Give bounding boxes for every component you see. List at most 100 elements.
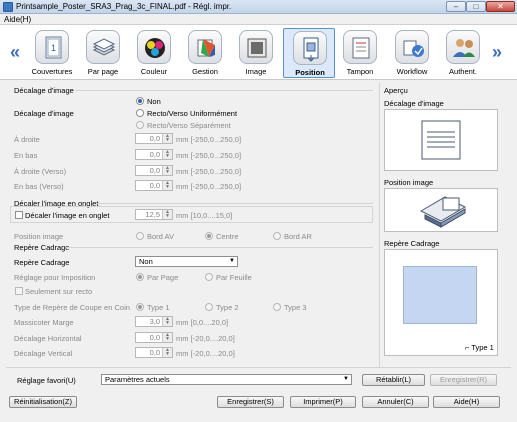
recto-only-checkbox[interactable] bbox=[15, 287, 23, 295]
tab-shift-stepper[interactable]: 12,5 ▲ ▼ bbox=[135, 209, 173, 220]
crop-marks-label: Repère Cadrage bbox=[14, 258, 70, 267]
radio-label: Bord AR bbox=[284, 232, 312, 241]
stepper-value: 3,0 bbox=[149, 317, 160, 326]
spin-arrows-icon[interactable]: ▲ ▼ bbox=[162, 317, 172, 326]
tab-gestion[interactable]: Gestion bbox=[179, 28, 231, 78]
preview-crop-label: Repère Cadrage bbox=[384, 239, 440, 248]
position-icon bbox=[293, 31, 327, 65]
checkbox-label: Seulement sur recto bbox=[25, 287, 93, 296]
field-unit: mm [-250,0...250,0] bbox=[176, 167, 242, 176]
radio-corner-type-3[interactable] bbox=[273, 303, 281, 311]
spin-arrows-icon[interactable]: ▲ ▼ bbox=[162, 150, 172, 159]
field-unit: mm [0,0....20,0] bbox=[176, 318, 229, 327]
spin-arrows-icon[interactable]: ▲ ▼ bbox=[162, 348, 172, 357]
radio-image-shift-separate[interactable] bbox=[136, 121, 144, 129]
select-value: Paramètres actuels bbox=[105, 375, 170, 384]
divider bbox=[75, 90, 373, 91]
radio-label: Type 3 bbox=[284, 303, 307, 312]
color-icon bbox=[137, 30, 171, 64]
favorite-setting-label: Réglage favori(U) bbox=[17, 376, 76, 385]
chevron-down-icon: ▼ bbox=[343, 376, 349, 382]
trim-margin-stepper[interactable]: 3,0 ▲ ▼ bbox=[135, 316, 173, 327]
checkbox-label: Décaler l'image en onglet bbox=[25, 211, 110, 220]
radio-image-shift-none[interactable] bbox=[136, 97, 144, 105]
spin-arrows-icon[interactable]: ▲ ▼ bbox=[162, 134, 172, 143]
corner-type-label: Type de Repère de Coupe en Coin bbox=[14, 303, 130, 312]
stepper-value: 0,0 bbox=[149, 181, 160, 190]
crop-type-label: ⌐ Type 1 bbox=[465, 343, 494, 352]
radio-label: Non bbox=[147, 97, 161, 106]
close-button[interactable]: ✕ bbox=[486, 1, 515, 12]
radio-label: Type 2 bbox=[216, 303, 239, 312]
help-button[interactable]: Aide(H) bbox=[433, 396, 500, 408]
tab-position[interactable]: Position bbox=[283, 28, 335, 78]
save-button[interactable]: Enregistrer(S) bbox=[217, 396, 284, 408]
spin-arrows-icon[interactable]: ▲ ▼ bbox=[162, 210, 172, 219]
radio-label: Recto/Verso Uniformément bbox=[147, 109, 238, 118]
radio-per-sheet[interactable] bbox=[205, 273, 213, 281]
tab-tampon[interactable]: Tampon bbox=[334, 28, 386, 78]
radio-position-center[interactable] bbox=[205, 232, 213, 240]
position-image-label: Position image bbox=[14, 232, 64, 241]
field-label-vertical-offset: Décalage Vertical bbox=[14, 349, 73, 358]
right-shift-stepper[interactable]: 0,0 ▲ ▼ bbox=[135, 133, 173, 144]
divider bbox=[97, 203, 373, 204]
spin-arrows-icon[interactable]: ▲ ▼ bbox=[162, 166, 172, 175]
image-icon bbox=[239, 30, 273, 64]
stepper-value: 12,5 bbox=[145, 210, 160, 219]
radio-corner-type-1[interactable] bbox=[136, 303, 144, 311]
field-label-down-verso: En bas (Verso) bbox=[14, 182, 64, 191]
spin-arrows-icon[interactable]: ▲ ▼ bbox=[162, 181, 172, 190]
crop-marks-select[interactable]: Non ▼ bbox=[135, 256, 238, 267]
tab-shift-checkbox[interactable] bbox=[15, 211, 23, 219]
chevron-down-icon: ▼ bbox=[229, 258, 235, 264]
down-shift-stepper[interactable]: 0,0 ▲ ▼ bbox=[135, 149, 173, 160]
tab-authent[interactable]: Authent. bbox=[437, 28, 489, 78]
radio-position-back-edge[interactable] bbox=[273, 232, 281, 240]
tab-par-page[interactable]: Par page bbox=[77, 28, 129, 78]
spin-arrows-icon[interactable]: ▲ ▼ bbox=[162, 333, 172, 342]
scroll-left-icon[interactable]: « bbox=[10, 43, 20, 61]
printer-tray-icon bbox=[419, 196, 467, 228]
restore-button[interactable]: Rétablir(L) bbox=[362, 374, 425, 386]
section-title-image-shift: Décalage d'image bbox=[14, 86, 74, 95]
minimize-button[interactable]: – bbox=[446, 1, 466, 12]
right-verso-shift-stepper[interactable]: 0,0 ▲ ▼ bbox=[135, 165, 173, 176]
stepper-value: 0,0 bbox=[149, 150, 160, 159]
radio-corner-type-2[interactable] bbox=[205, 303, 213, 311]
radio-label: Centre bbox=[216, 232, 239, 241]
favorite-setting-select[interactable]: Paramètres actuels ▼ bbox=[101, 374, 352, 385]
field-unit: mm [-20,0....20,0] bbox=[176, 349, 235, 358]
scroll-right-icon[interactable]: » bbox=[492, 43, 502, 61]
down-verso-shift-stepper[interactable]: 0,0 ▲ ▼ bbox=[135, 180, 173, 191]
field-unit: mm [-20,0....20,0] bbox=[176, 334, 235, 343]
field-unit: mm [-250,0...250,0] bbox=[176, 135, 242, 144]
radio-position-front-edge[interactable] bbox=[136, 232, 144, 240]
maximize-button[interactable]: □ bbox=[466, 1, 486, 12]
cancel-button[interactable]: Annuler(C) bbox=[362, 396, 429, 408]
tab-image[interactable]: Image bbox=[230, 28, 282, 78]
print-button[interactable]: Imprimer(P) bbox=[290, 396, 356, 408]
radio-per-page[interactable] bbox=[136, 273, 144, 281]
tab-couleur[interactable]: Couleur bbox=[128, 28, 180, 78]
vertical-offset-stepper[interactable]: 0,0 ▲ ▼ bbox=[135, 347, 173, 358]
save-favorite-button[interactable]: Enregistrer(R) bbox=[430, 374, 497, 386]
tab-label: Image bbox=[245, 67, 267, 76]
menu-help[interactable]: Aide(H) bbox=[4, 15, 31, 24]
field-label-right-verso: À droite (Verso) bbox=[14, 167, 67, 176]
select-value: Non bbox=[139, 257, 153, 266]
imposition-label: Réglage pour Imposition bbox=[14, 273, 96, 282]
tab-workflow[interactable]: Workflow bbox=[386, 28, 438, 78]
reset-button[interactable]: Réinitialisation(Z) bbox=[9, 396, 77, 408]
radio-image-shift-uniform[interactable] bbox=[136, 109, 144, 117]
tab-couvertures[interactable]: 1 Couvertures bbox=[26, 28, 78, 78]
divider bbox=[6, 367, 511, 368]
window-title: Printsample_Poster_SRA3_Prag_3c_FINAL.pd… bbox=[16, 2, 232, 11]
divider bbox=[66, 247, 373, 248]
field-unit: mm [-250,0...250,0] bbox=[176, 151, 242, 160]
app-icon bbox=[3, 2, 13, 12]
authentication-icon bbox=[446, 30, 480, 64]
field-label-trim-margin: Massicoter Marge bbox=[14, 318, 74, 327]
horizontal-offset-stepper[interactable]: 0,0 ▲ ▼ bbox=[135, 332, 173, 343]
field-unit: mm [-250,0...250,0] bbox=[176, 182, 242, 191]
